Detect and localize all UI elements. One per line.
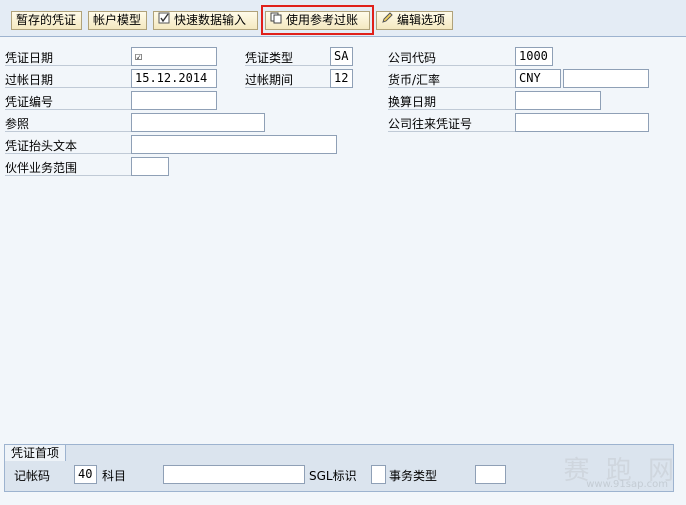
posting-period-field[interactable]: 12: [330, 69, 353, 88]
posting-date-label: 过帐日期: [5, 72, 131, 88]
document-type-label: 凭证类型: [245, 50, 330, 66]
sgl-indicator-label: SGL标识: [309, 469, 357, 483]
highlight-box: [261, 5, 374, 35]
park-document-button[interactable]: 暂存的凭证: [11, 11, 82, 30]
company-code-field[interactable]: 1000: [515, 47, 553, 66]
account-model-button[interactable]: 帐户模型: [88, 11, 147, 30]
currency-field[interactable]: CNY: [515, 69, 561, 88]
document-type-field[interactable]: SA: [330, 47, 353, 66]
header-text-label: 凭证抬头文本: [5, 138, 131, 154]
document-date-label: 凭证日期: [5, 50, 131, 66]
posting-period-label: 过帐期间: [245, 72, 330, 88]
company-code-label: 公司代码: [388, 50, 515, 66]
currency-rate-label: 货币/汇率: [388, 72, 515, 88]
fast-entry-label: 快速数据输入: [174, 13, 247, 27]
document-date-field[interactable]: ☑: [131, 47, 217, 66]
trading-partner-label: 伙伴业务范围: [5, 160, 131, 176]
fast-data-entry-button[interactable]: 快速数据输入: [153, 11, 258, 30]
edit-options-button[interactable]: 编辑选项: [376, 11, 453, 30]
reference-label: 参照: [5, 116, 131, 132]
trading-partner-field[interactable]: [131, 157, 169, 176]
translation-date-label: 换算日期: [388, 94, 515, 110]
transaction-type-field[interactable]: [475, 465, 506, 484]
reference-field[interactable]: [131, 113, 265, 132]
document-number-field[interactable]: [131, 91, 217, 110]
header-text-field[interactable]: [131, 135, 337, 154]
edit-options-label: 编辑选项: [397, 13, 446, 27]
first-line-item-tab: 凭证首项: [4, 444, 67, 461]
transaction-type-label: 事务类型: [389, 469, 438, 483]
sgl-indicator-field[interactable]: [371, 465, 386, 484]
cross-company-number-label: 公司往来凭证号: [388, 116, 515, 132]
translation-date-field[interactable]: [515, 91, 601, 110]
park-document-label: 暂存的凭证: [16, 13, 77, 27]
account-model-label: 帐户模型: [93, 13, 142, 27]
posting-date-field[interactable]: 15.12.2014: [131, 69, 217, 88]
pencil-icon: [381, 12, 393, 29]
posting-key-label: 记帐码: [14, 469, 51, 483]
posting-key-field[interactable]: 40: [74, 465, 97, 484]
fast-entry-icon: [158, 12, 170, 29]
document-number-label: 凭证编号: [5, 94, 131, 110]
exchange-rate-field[interactable]: [563, 69, 649, 88]
account-field[interactable]: [163, 465, 305, 484]
application-toolbar: 暂存的凭证 帐户模型 快速数据输入 使用参考过账 编辑选项: [0, 0, 686, 37]
watermark-url: www.91sap.com: [586, 479, 668, 490]
account-label: 科目: [102, 469, 127, 483]
cross-company-number-field[interactable]: [515, 113, 649, 132]
